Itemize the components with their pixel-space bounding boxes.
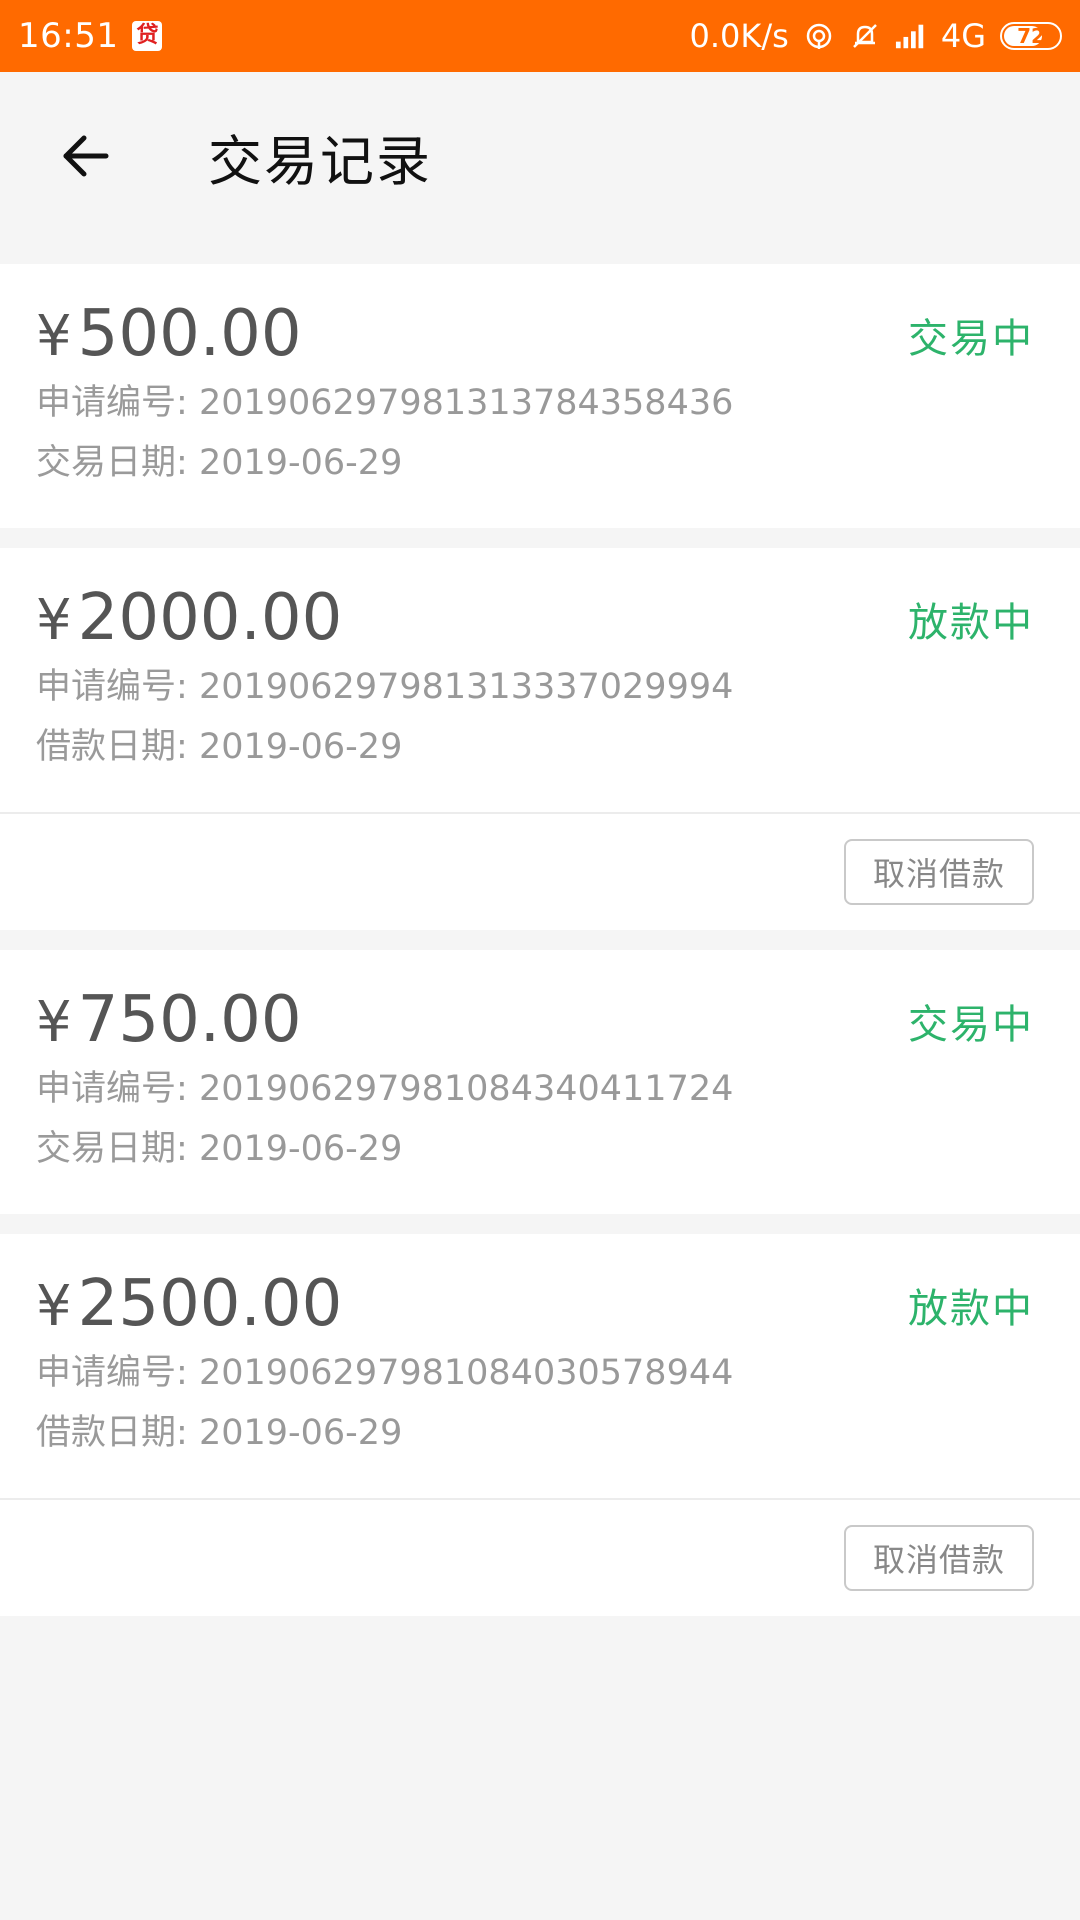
status-time: 16:51 xyxy=(18,16,119,56)
amount-value: 2500.00 xyxy=(77,1267,343,1341)
amount-value: 2000.00 xyxy=(77,581,343,655)
transaction-record[interactable]: ¥ 500.00 交易中 申请编号: 201906297981313784358… xyxy=(0,264,1080,528)
application-number: 201906297981084030578944 xyxy=(198,1353,734,1393)
transaction-record[interactable]: ¥ 2000.00 放款中 申请编号: 20190629798131333702… xyxy=(0,548,1080,930)
transaction-record[interactable]: ¥ 2500.00 放款中 申请编号: 20190629798108403057… xyxy=(0,1234,1080,1616)
status-badge: 交易中 xyxy=(908,316,1034,362)
date-value: 2019-06-29 xyxy=(198,727,403,767)
date-line: 交易日期: 2019-06-29 xyxy=(36,433,1044,493)
status-badge: 放款中 xyxy=(908,1286,1034,1332)
record-main: ¥ 2000.00 放款中 申请编号: 20190629798131333702… xyxy=(0,548,1080,812)
transaction-list: ¥ 500.00 交易中 申请编号: 201906297981313784358… xyxy=(0,264,1080,1636)
currency-symbol: ¥ xyxy=(36,1274,72,1339)
arrow-left-icon xyxy=(63,135,109,177)
application-number-label: 申请编号: xyxy=(36,1353,188,1393)
cancel-loan-button[interactable]: 取消借款 xyxy=(844,839,1034,905)
application-number-label: 申请编号: xyxy=(36,667,188,707)
application-number: 201906297981313784358436 xyxy=(198,383,734,423)
application-number-label: 申请编号: xyxy=(36,1069,188,1109)
amount-value: 750.00 xyxy=(77,983,302,1057)
application-number-line: 申请编号: 201906297981084030578944 xyxy=(36,1343,1044,1403)
transaction-record[interactable]: ¥ 750.00 交易中 申请编号: 201906297981084340411… xyxy=(0,950,1080,1214)
date-value: 2019-06-29 xyxy=(198,443,403,483)
network-type: 4G xyxy=(940,17,986,55)
hotspot-icon xyxy=(803,20,835,52)
signal-icon xyxy=(895,20,927,52)
application-number-label: 申请编号: xyxy=(36,383,188,423)
record-main: ¥ 500.00 交易中 申请编号: 201906297981313784358… xyxy=(0,264,1080,528)
currency-symbol: ¥ xyxy=(36,304,72,369)
date-label: 交易日期: xyxy=(36,1129,188,1169)
app-header: 交易记录 xyxy=(0,72,1080,240)
application-number-line: 申请编号: 201906297981313784358436 xyxy=(36,373,1044,433)
status-right: 0.0K/s 4G 72 xyxy=(690,17,1062,55)
date-line: 交易日期: 2019-06-29 xyxy=(36,1119,1044,1179)
record-actions: 取消借款 xyxy=(0,1498,1080,1616)
date-value: 2019-06-29 xyxy=(198,1413,403,1453)
record-actions: 取消借款 xyxy=(0,812,1080,930)
app-notification-icon: 贷 xyxy=(132,21,163,51)
amount: ¥ 2500.00 xyxy=(36,1268,1044,1343)
currency-symbol: ¥ xyxy=(36,990,72,1055)
date-label: 交易日期: xyxy=(36,443,188,483)
application-number-line: 申请编号: 201906297981084340411724 xyxy=(36,1059,1044,1119)
mute-icon xyxy=(849,20,881,52)
status-badge: 交易中 xyxy=(908,1002,1034,1048)
battery-level: 72 xyxy=(1017,24,1045,48)
status-left: 16:51 贷 xyxy=(18,16,163,56)
status-bar: 16:51 贷 0.0K/s 4G 72 xyxy=(0,0,1080,72)
date-value: 2019-06-29 xyxy=(198,1129,403,1169)
cancel-loan-button[interactable]: 取消借款 xyxy=(844,1525,1034,1591)
date-line: 借款日期: 2019-06-29 xyxy=(36,717,1044,777)
amount: ¥ 750.00 xyxy=(36,984,1044,1059)
page-title: 交易记录 xyxy=(208,129,432,193)
battery-icon: 72 xyxy=(1000,22,1062,50)
amount: ¥ 2000.00 xyxy=(36,582,1044,657)
date-label: 借款日期: xyxy=(36,727,188,767)
application-number: 201906297981084340411724 xyxy=(198,1069,734,1109)
application-number-line: 申请编号: 201906297981313337029994 xyxy=(36,657,1044,717)
amount: ¥ 500.00 xyxy=(36,298,1044,373)
status-badge: 放款中 xyxy=(908,600,1034,646)
record-main: ¥ 2500.00 放款中 申请编号: 20190629798108403057… xyxy=(0,1234,1080,1498)
record-main: ¥ 750.00 交易中 申请编号: 201906297981084340411… xyxy=(0,950,1080,1214)
date-line: 借款日期: 2019-06-29 xyxy=(36,1403,1044,1463)
application-number: 201906297981313337029994 xyxy=(198,667,734,707)
currency-symbol: ¥ xyxy=(36,588,72,653)
amount-value: 500.00 xyxy=(77,297,302,371)
back-button[interactable] xyxy=(30,101,140,211)
network-speed: 0.0K/s xyxy=(689,17,789,55)
date-label: 借款日期: xyxy=(36,1413,188,1453)
